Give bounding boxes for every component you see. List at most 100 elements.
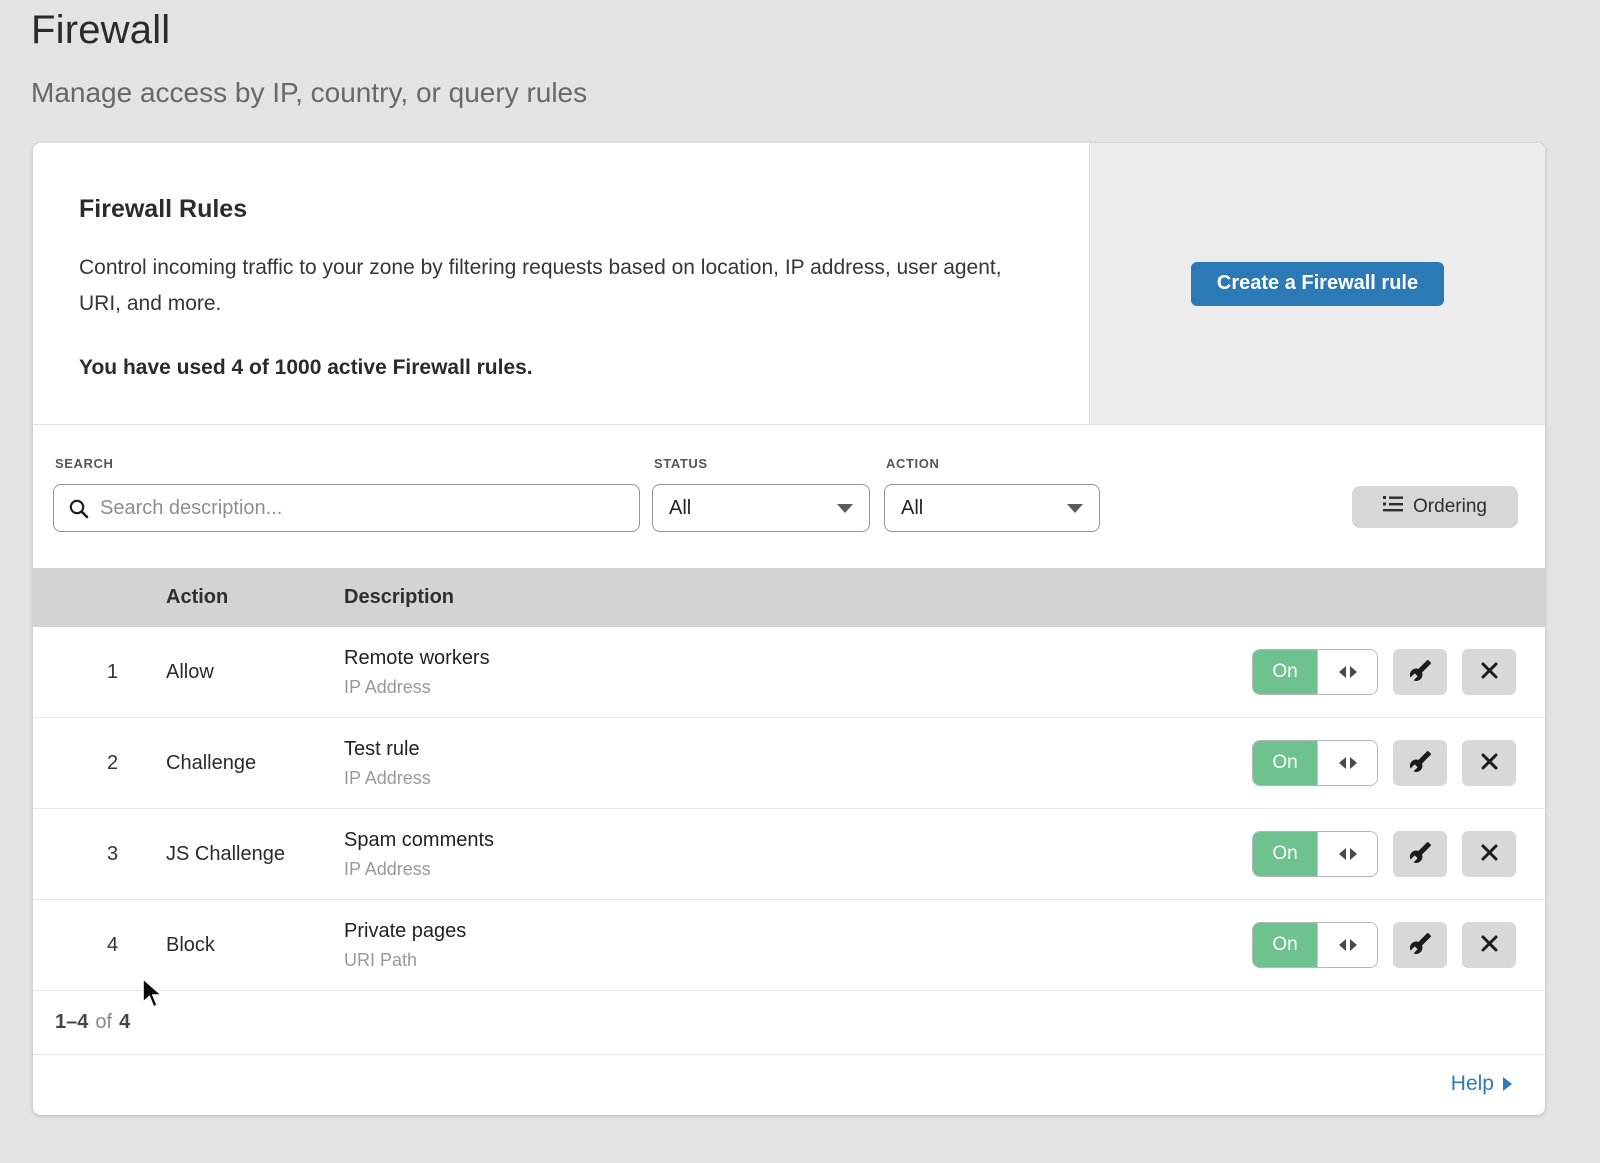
toggle-on-label: On xyxy=(1253,741,1317,785)
wrench-icon xyxy=(1409,659,1432,685)
rule-description-cell: Remote workers IP Address xyxy=(344,647,1252,698)
arrow-left-icon xyxy=(1339,848,1346,860)
rule-action: Allow xyxy=(166,661,344,684)
arrow-left-icon xyxy=(1339,757,1346,769)
ordering-button[interactable]: Ordering xyxy=(1352,486,1518,528)
pagination-of: of xyxy=(95,1011,112,1034)
table-row: 4 Block Private pages URI Path On xyxy=(33,900,1545,991)
rule-controls: On xyxy=(1252,740,1545,786)
status-select[interactable]: All xyxy=(652,484,870,532)
toggle-on-label: On xyxy=(1253,832,1317,876)
card-top-section: Firewall Rules Control incoming traffic … xyxy=(33,143,1545,425)
firewall-rules-card: Firewall Rules Control incoming traffic … xyxy=(33,143,1545,1115)
card-description: Control incoming traffic to your zone by… xyxy=(79,250,1029,322)
search-icon xyxy=(68,498,90,525)
status-selected-value: All xyxy=(669,497,691,520)
search-field xyxy=(53,484,640,532)
toggle-handle xyxy=(1317,832,1377,876)
arrow-right-icon xyxy=(1350,848,1357,860)
chevron-down-icon xyxy=(837,504,853,513)
ordering-button-label: Ordering xyxy=(1413,496,1487,518)
edit-rule-button[interactable] xyxy=(1393,831,1447,877)
delete-rule-button[interactable] xyxy=(1462,649,1516,695)
rules-usage-text: You have used 4 of 1000 active Firewall … xyxy=(79,356,1029,380)
card-footer: Help xyxy=(33,1054,1545,1113)
close-icon xyxy=(1480,934,1499,956)
close-icon xyxy=(1480,661,1499,683)
rule-description-cell: Test rule IP Address xyxy=(344,738,1252,789)
wrench-icon xyxy=(1409,750,1432,776)
action-select[interactable]: All xyxy=(884,484,1100,532)
toggle-on-label: On xyxy=(1253,923,1317,967)
table-row: 1 Allow Remote workers IP Address On xyxy=(33,627,1545,718)
close-icon xyxy=(1480,752,1499,774)
arrow-right-icon xyxy=(1350,757,1357,769)
rule-match-type: URI Path xyxy=(344,950,1252,971)
wrench-icon xyxy=(1409,932,1432,958)
rule-description: Spam comments xyxy=(344,829,1252,852)
help-link-label: Help xyxy=(1451,1072,1494,1096)
delete-rule-button[interactable] xyxy=(1462,922,1516,968)
help-link[interactable]: Help xyxy=(1451,1072,1512,1096)
rule-priority: 2 xyxy=(33,752,166,775)
rule-match-type: IP Address xyxy=(344,677,1252,698)
rule-description: Private pages xyxy=(344,920,1252,943)
rule-match-type: IP Address xyxy=(344,768,1252,789)
create-rule-panel: Create a Firewall rule xyxy=(1089,143,1545,424)
rule-priority: 3 xyxy=(33,843,166,866)
arrow-left-icon xyxy=(1339,666,1346,678)
rule-description-cell: Private pages URI Path xyxy=(344,920,1252,971)
rule-match-type: IP Address xyxy=(344,859,1252,880)
card-heading: Firewall Rules xyxy=(79,195,1029,224)
toggle-handle xyxy=(1317,650,1377,694)
rule-description: Remote workers xyxy=(344,647,1252,670)
page-header: Firewall Manage access by IP, country, o… xyxy=(31,8,587,109)
ordered-list-icon xyxy=(1383,495,1403,519)
toggle-handle xyxy=(1317,923,1377,967)
delete-rule-button[interactable] xyxy=(1462,831,1516,877)
column-header-description: Description xyxy=(344,586,1545,609)
table-row: 2 Challenge Test rule IP Address On xyxy=(33,718,1545,809)
wrench-icon xyxy=(1409,841,1432,867)
arrow-left-icon xyxy=(1339,939,1346,951)
page-title: Firewall xyxy=(31,8,587,53)
rule-description: Test rule xyxy=(344,738,1252,761)
edit-rule-button[interactable] xyxy=(1393,649,1447,695)
toggle-handle xyxy=(1317,741,1377,785)
search-input[interactable] xyxy=(54,485,639,531)
page-subtitle: Manage access by IP, country, or query r… xyxy=(31,77,587,109)
action-label: ACTION xyxy=(886,456,939,471)
edit-rule-button[interactable] xyxy=(1393,740,1447,786)
rule-action: JS Challenge xyxy=(166,843,344,866)
delete-rule-button[interactable] xyxy=(1462,740,1516,786)
mouse-cursor xyxy=(141,977,168,1014)
search-label: SEARCH xyxy=(55,456,114,471)
rule-enabled-toggle[interactable]: On xyxy=(1252,922,1378,968)
arrow-right-icon xyxy=(1350,666,1357,678)
filter-bar: SEARCH STATUS All ACTION All Ordering xyxy=(33,425,1545,568)
pagination-status: 1–4 of 4 xyxy=(33,991,1545,1054)
pagination-range: 1–4 xyxy=(55,1011,88,1034)
rule-enabled-toggle[interactable]: On xyxy=(1252,649,1378,695)
rule-enabled-toggle[interactable]: On xyxy=(1252,831,1378,877)
rule-description-cell: Spam comments IP Address xyxy=(344,829,1252,880)
arrow-right-icon xyxy=(1350,939,1357,951)
edit-rule-button[interactable] xyxy=(1393,922,1447,968)
rule-action: Challenge xyxy=(166,752,344,775)
rule-controls: On xyxy=(1252,649,1545,695)
close-icon xyxy=(1480,843,1499,865)
rule-controls: On xyxy=(1252,831,1545,877)
rule-priority: 4 xyxy=(33,934,166,957)
rule-enabled-toggle[interactable]: On xyxy=(1252,740,1378,786)
rule-priority: 1 xyxy=(33,661,166,684)
column-header-action: Action xyxy=(166,586,344,609)
status-label: STATUS xyxy=(654,456,708,471)
pagination-total: 4 xyxy=(119,1011,130,1034)
toggle-on-label: On xyxy=(1253,650,1317,694)
rule-action: Block xyxy=(166,934,344,957)
create-firewall-rule-button[interactable]: Create a Firewall rule xyxy=(1191,262,1444,306)
rule-controls: On xyxy=(1252,922,1545,968)
chevron-down-icon xyxy=(1067,504,1083,513)
arrow-right-icon xyxy=(1503,1077,1512,1091)
table-row: 3 JS Challenge Spam comments IP Address … xyxy=(33,809,1545,900)
